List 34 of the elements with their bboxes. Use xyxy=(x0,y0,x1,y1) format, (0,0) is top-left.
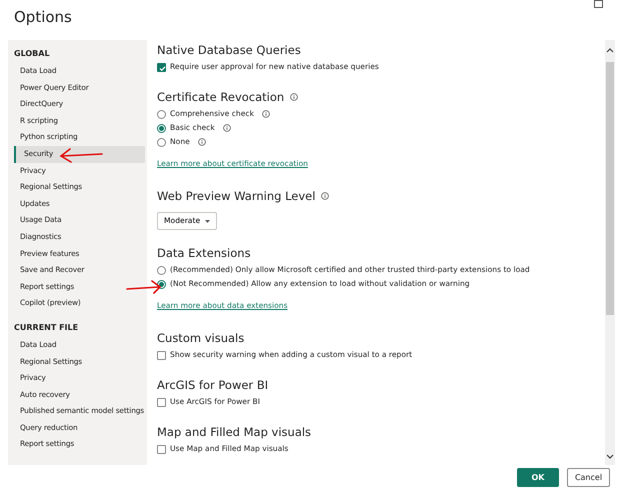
section-heading: Certificate Revocation xyxy=(157,89,284,106)
radio-button[interactable] xyxy=(157,138,166,146)
info-icon[interactable] xyxy=(262,110,270,118)
section-heading: Data Extensions xyxy=(157,245,251,262)
ok-button[interactable]: OK xyxy=(517,468,559,487)
section-heading: ArcGIS for Power BI xyxy=(157,377,268,394)
scroll-thumb[interactable] xyxy=(606,62,614,315)
caret-icon xyxy=(205,220,210,222)
annotation-arrow xyxy=(126,280,162,294)
section-heading: Custom visuals xyxy=(157,330,244,347)
info-icon[interactable] xyxy=(290,93,298,101)
scrollbar[interactable] xyxy=(605,40,615,465)
info-icon[interactable] xyxy=(321,192,330,200)
radio-button[interactable] xyxy=(157,266,166,274)
radio-button[interactable] xyxy=(157,280,166,288)
window-title: Options xyxy=(14,8,72,26)
scroll-down-icon[interactable] xyxy=(605,453,615,461)
section-heading: Web Preview Warning Level xyxy=(157,188,316,205)
annotation-arrow xyxy=(60,148,103,163)
section-heading: CURRENT FILE xyxy=(13,322,80,334)
info-icon[interactable] xyxy=(222,124,231,132)
checkbox[interactable] xyxy=(157,444,166,454)
checkbox[interactable] xyxy=(157,62,166,72)
checkbox[interactable] xyxy=(157,350,166,360)
scroll-up-icon[interactable] xyxy=(605,46,615,54)
section-heading: GLOBAL xyxy=(13,48,51,60)
section-heading: Native Database Queries xyxy=(157,42,301,59)
section-heading: Map and Filled Map visuals xyxy=(157,424,312,441)
radio-button[interactable] xyxy=(157,124,166,132)
maximize-icon[interactable] xyxy=(594,0,603,8)
info-icon[interactable] xyxy=(198,138,206,146)
checkbox[interactable] xyxy=(157,398,166,406)
radio-button[interactable] xyxy=(157,110,166,118)
cancel-button[interactable]: Cancel xyxy=(567,468,610,487)
